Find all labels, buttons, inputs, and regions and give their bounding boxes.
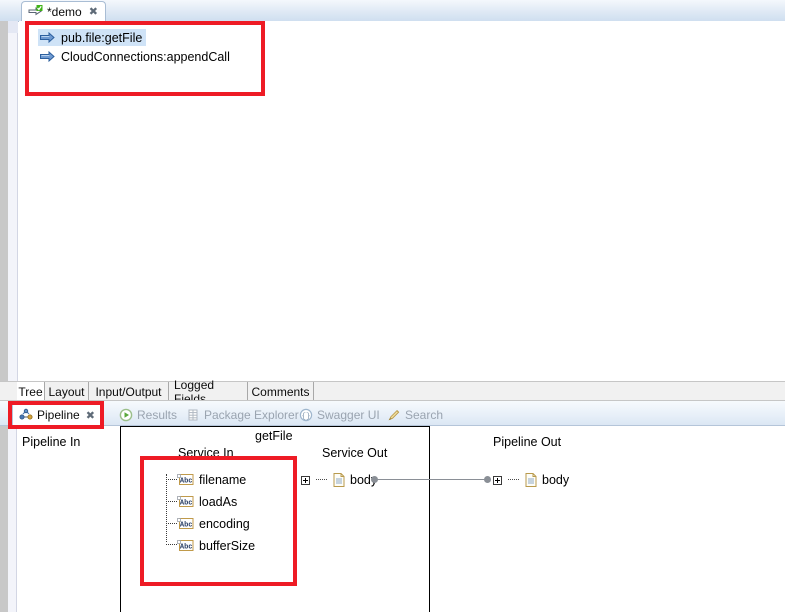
pipeline-out-field-row[interactable]: body <box>493 472 569 488</box>
flow-step-row[interactable]: pub.file:getFile <box>38 29 147 46</box>
editor-left-ruler-header <box>8 21 18 33</box>
invoke-arrow-icon <box>40 32 55 43</box>
close-icon[interactable]: ✖ <box>89 6 98 17</box>
svg-text:Abc: Abc <box>180 499 193 507</box>
bottom-tab-search[interactable]: Search <box>381 404 449 425</box>
editor-left-ruler <box>8 21 18 381</box>
flow-editor-canvas[interactable] <box>19 21 785 381</box>
tree-leader <box>508 479 519 481</box>
bottom-tab-label: Package Explorer <box>204 407 299 422</box>
bottom-tab-package-explorer[interactable]: Package Explorer <box>180 404 305 425</box>
editor-tab-label: *demo <box>47 4 82 19</box>
search-pencil-icon <box>387 408 401 422</box>
flow-step-label: pub.file:getFile <box>61 30 143 45</box>
service-in-field-row[interactable]: Abc loadAs <box>177 494 237 510</box>
svg-text:{}: {} <box>301 413 310 421</box>
view-tab-label: Layout <box>48 384 85 399</box>
view-tab-label: Comments <box>251 384 310 399</box>
flow-service-icon <box>28 5 43 18</box>
column-title-service-out: Service Out <box>322 446 388 460</box>
bottom-tab-results[interactable]: Results <box>113 404 183 425</box>
tree-leader <box>316 479 327 481</box>
svg-text:Abc: Abc <box>180 521 193 529</box>
field-label: filename <box>199 473 247 487</box>
flow-step-row[interactable]: CloudConnections:appendCall <box>38 48 234 65</box>
swagger-braces-icon: {} <box>299 408 313 422</box>
expand-icon[interactable] <box>493 475 502 485</box>
view-tab-logged-fields[interactable]: Logged Fields <box>169 378 248 406</box>
pipeline-panel: Pipeline In getFile Service In Service O… <box>0 426 785 612</box>
service-name-label: getFile <box>255 429 293 443</box>
tree-branch <box>166 479 177 480</box>
bottom-tab-label: Search <box>405 407 444 422</box>
bottom-tab-label: Pipeline <box>37 408 80 422</box>
field-label: encoding <box>199 517 250 531</box>
column-title-service-in: Service In <box>178 446 234 460</box>
bottom-tab-label: Swagger UI <box>317 407 380 422</box>
bottom-tab-label: Results <box>137 407 178 422</box>
editor-tab-demo[interactable]: *demo ✖ <box>21 1 106 21</box>
editor-left-gutter <box>0 21 8 381</box>
view-tab-input-output[interactable]: Input/Output <box>89 382 169 401</box>
column-title-pipeline-in: Pipeline In <box>22 435 81 449</box>
view-tab-label: Input/Output <box>95 384 162 399</box>
field-label: bufferSize <box>199 539 256 553</box>
field-label: loadAs <box>199 495 238 509</box>
tree-spine <box>166 474 167 542</box>
service-out-field-row[interactable]: body <box>301 472 377 488</box>
tree-branch <box>166 544 177 545</box>
abc-string-icon: Abc <box>177 474 194 486</box>
editor-tab-bar: *demo ✖ <box>0 0 785 22</box>
editor-view-tab-strip: Tree Layout Input/Output Logged Fields C… <box>0 378 785 406</box>
document-icon <box>525 473 537 487</box>
svg-text:Abc: Abc <box>180 477 193 485</box>
svg-text:Abc: Abc <box>180 543 193 551</box>
view-tab-layout[interactable]: Layout <box>45 382 89 401</box>
tree-branch <box>166 501 177 502</box>
bottom-tab-swagger-ui[interactable]: {} Swagger UI <box>293 404 386 425</box>
application-window: *demo ✖ pub.file:getFile CloudConnection… <box>0 0 785 612</box>
results-play-icon <box>119 408 133 422</box>
view-tab-label: Tree <box>18 384 43 399</box>
pipeline-left-gutter <box>0 426 8 612</box>
pipeline-link-line[interactable] <box>377 479 487 480</box>
view-tab-comments[interactable]: Comments <box>248 382 314 401</box>
abc-string-icon: Abc <box>177 496 194 508</box>
invoke-arrow-icon <box>40 51 55 62</box>
pipeline-icon <box>19 408 33 422</box>
document-icon <box>333 473 345 487</box>
link-endpoint-dot[interactable] <box>484 476 491 483</box>
tree-branch <box>166 523 177 524</box>
service-in-field-row[interactable]: Abc encoding <box>177 516 250 532</box>
flow-step-label: CloudConnections:appendCall <box>61 49 230 64</box>
expand-icon[interactable] <box>301 475 310 485</box>
package-explorer-icon <box>186 408 200 422</box>
pipeline-left-ruler <box>8 426 17 612</box>
bottom-tab-pipeline[interactable]: Pipeline ✖ <box>12 403 102 426</box>
bottom-view-stack: Pipeline ✖ Results Package Explorer {} S… <box>0 400 785 612</box>
bottom-tab-bar: Pipeline ✖ Results Package Explorer {} S… <box>0 401 785 426</box>
service-in-field-row[interactable]: Abc bufferSize <box>177 538 255 554</box>
close-icon[interactable]: ✖ <box>86 409 95 422</box>
abc-string-icon: Abc <box>177 518 194 530</box>
service-in-field-row[interactable]: Abc filename <box>177 472 246 488</box>
field-label: body <box>542 473 570 487</box>
abc-string-icon: Abc <box>177 540 194 552</box>
column-title-pipeline-out: Pipeline Out <box>493 435 562 449</box>
view-tab-tree[interactable]: Tree <box>17 382 45 401</box>
